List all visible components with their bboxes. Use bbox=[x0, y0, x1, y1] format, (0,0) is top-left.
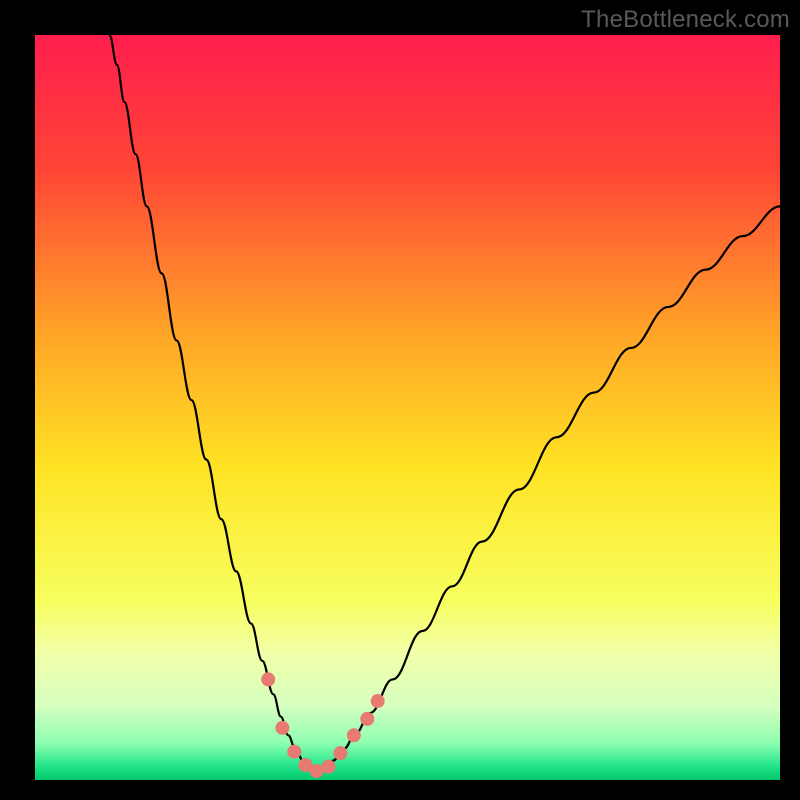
data-marker bbox=[261, 672, 275, 686]
data-marker bbox=[287, 745, 301, 759]
data-marker bbox=[275, 721, 289, 735]
series-curve-right bbox=[318, 206, 780, 771]
series-curve-left bbox=[110, 35, 319, 771]
data-marker bbox=[310, 764, 324, 778]
data-marker bbox=[371, 694, 385, 708]
data-marker bbox=[347, 728, 361, 742]
data-marker bbox=[333, 746, 347, 760]
chart-frame: TheBottleneck.com bbox=[0, 0, 800, 800]
plot-area bbox=[35, 35, 780, 780]
data-marker bbox=[322, 760, 336, 774]
curve-layer bbox=[35, 35, 780, 780]
data-marker bbox=[360, 712, 374, 726]
watermark-label: TheBottleneck.com bbox=[581, 6, 790, 34]
